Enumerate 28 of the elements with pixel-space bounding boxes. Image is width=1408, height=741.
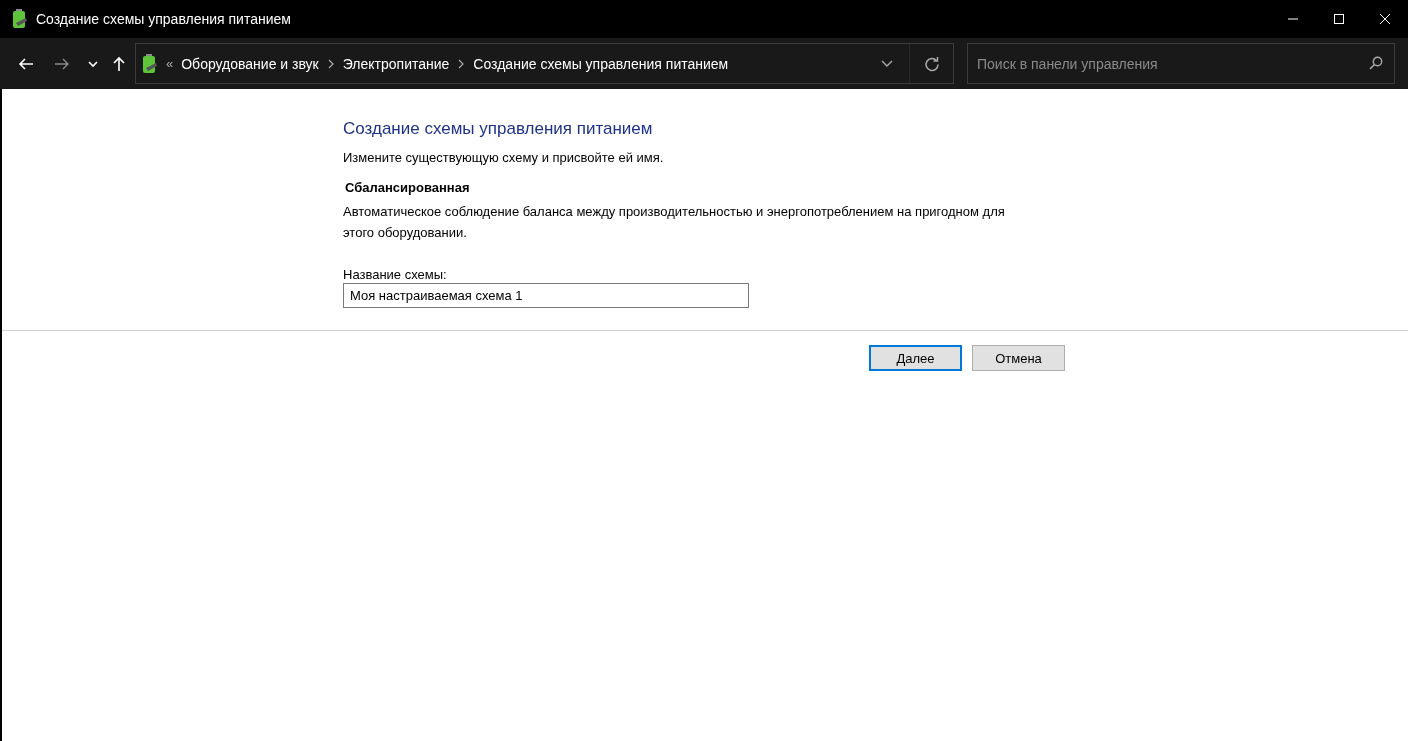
battery-icon — [12, 9, 28, 29]
right-arrow-icon — [54, 56, 70, 71]
breadcrumb-item[interactable]: Оборудование и звук — [181, 55, 319, 72]
up-arrow-icon — [112, 55, 126, 72]
chevron-down-icon — [88, 59, 98, 68]
battery-icon — [142, 53, 158, 74]
refresh-icon — [923, 55, 940, 72]
search-field[interactable]: Поиск в панели управления — [967, 43, 1395, 84]
breadcrumb-item[interactable]: Электропитание — [342, 55, 450, 72]
chevron-icon — [327, 58, 334, 69]
chevron-icon — [458, 58, 465, 69]
dialog-button[interactable]: Отмена — [972, 345, 1065, 371]
left-arrow-icon — [18, 56, 34, 71]
maximize-icon — [1333, 13, 1345, 25]
overflow-chevron[interactable]: « — [166, 56, 174, 71]
search-icon — [1369, 56, 1383, 70]
dialog-button[interactable]: Далее — [869, 345, 962, 371]
plan-name-field[interactable]: Моя настраиваемая схема 1 — [343, 283, 749, 308]
address-bar[interactable]: « Оборудование и звук Электропитание Создание схемы управления питанием — [135, 43, 954, 84]
field-label: Название схемы: — [343, 267, 447, 282]
plan-name: Сбалансированная — [344, 180, 470, 195]
breadcrumb-item[interactable]: Создание схемы управления питанием — [473, 55, 729, 72]
page-heading: Создание схемы управления питанием — [343, 119, 653, 139]
close-icon — [1379, 13, 1391, 25]
chevron-down-icon — [881, 59, 893, 68]
instruction-text: Измените существующую схему и присвойте ей имя. — [343, 150, 664, 165]
plan-description: Автоматическое соблюдение баланса между производительностью и энергопотреблением на пригодном для этого оборудовании. — [343, 203, 1006, 242]
window-title: Создание схемы управления питанием — [36, 11, 291, 27]
